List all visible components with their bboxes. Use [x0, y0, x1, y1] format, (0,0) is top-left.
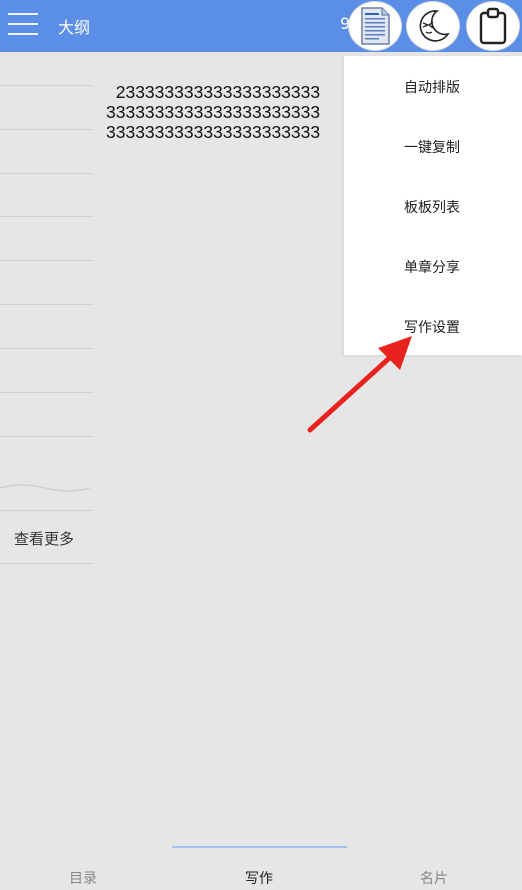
red-arrow: [307, 336, 412, 433]
menu-item-share-chapter[interactable]: 单章分享: [404, 257, 460, 277]
sidebar-divider: [0, 304, 93, 305]
top-bar: 大纲 9: [0, 0, 522, 52]
tab-card[interactable]: 名片: [420, 868, 448, 888]
clipboard-button[interactable]: [466, 1, 520, 51]
sidebar-divider: [0, 216, 93, 217]
editor-line: 3333333333333333333333: [106, 102, 321, 122]
tab-writing[interactable]: 写作: [245, 868, 273, 888]
active-tab-indicator: [172, 846, 347, 848]
sidebar-divider: [0, 129, 93, 130]
sidebar-divider: [0, 260, 93, 261]
sidebar-divider: [0, 392, 93, 393]
clipboard-icon: [479, 7, 507, 45]
sidebar-divider: [0, 436, 93, 437]
view-more-link[interactable]: 查看更多: [14, 528, 74, 549]
tab-catalog[interactable]: 目录: [69, 868, 97, 888]
editor-content[interactable]: 233333333333333333333 3333333333333333333…: [106, 82, 356, 142]
editor-line: 233333333333333333333: [106, 82, 321, 102]
editor-line: 3333333333333333333333: [106, 122, 321, 142]
moon-face-button[interactable]: [406, 1, 460, 51]
sidebar-divider: [0, 563, 93, 564]
document-button[interactable]: [348, 1, 402, 51]
sidebar-divider: [0, 348, 93, 349]
page-title: 大纲: [58, 18, 91, 37]
sidebar-divider: [0, 85, 93, 86]
hamburger-menu-icon[interactable]: [8, 13, 38, 37]
menu-item-auto-format[interactable]: 自动排版: [404, 77, 460, 97]
document-icon: [361, 7, 390, 45]
wave-divider: [0, 484, 90, 492]
moon-face-icon: [419, 10, 450, 42]
menu-item-copy-all[interactable]: 一键复制: [404, 137, 460, 157]
dropdown-menu: 自动排版 一键复制 板板列表 单章分享 写作设置: [344, 56, 522, 355]
menu-item-board-list[interactable]: 板板列表: [404, 197, 460, 217]
sidebar-divider: [0, 510, 93, 511]
sidebar-divider: [0, 173, 93, 174]
